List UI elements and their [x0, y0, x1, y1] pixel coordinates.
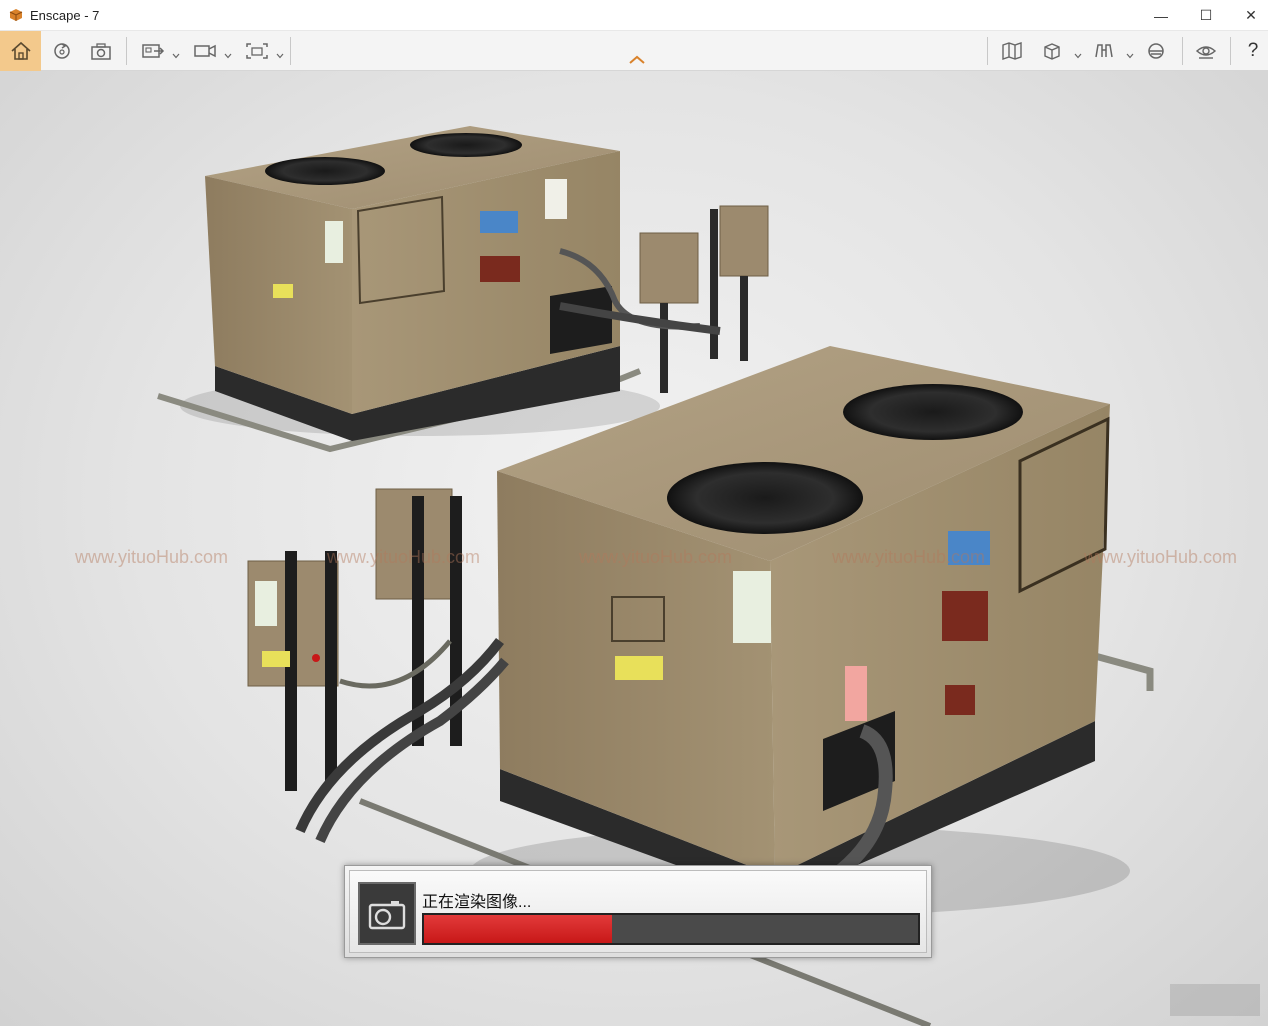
- chevron-down-icon[interactable]: [1126, 53, 1134, 59]
- minimize-icon: —: [1154, 7, 1168, 24]
- watermark-text: www.yituoHub.com: [75, 547, 229, 567]
- chevron-down-icon[interactable]: [224, 53, 232, 59]
- toolbar-separator: [126, 37, 127, 65]
- vr-headset-icon: [1148, 43, 1164, 59]
- screenshot-button[interactable]: [82, 31, 120, 71]
- render-progress-panel: 正在渲染图像...: [349, 870, 927, 953]
- toolbar-separator: [987, 37, 988, 65]
- home-icon: [10, 41, 31, 60]
- map-button[interactable]: [994, 31, 1030, 71]
- export-image-icon: [142, 44, 165, 58]
- export-image-button[interactable]: [134, 31, 172, 71]
- rooftop-unit-back: [205, 126, 620, 441]
- vr-headset-button[interactable]: [1138, 31, 1174, 71]
- batch-render-button[interactable]: [238, 31, 276, 71]
- maximize-icon: ☐: [1199, 7, 1213, 23]
- binoculars-icon: [1095, 44, 1113, 58]
- close-icon: ✕: [1245, 7, 1257, 23]
- render-progress-bar: [422, 913, 920, 945]
- refresh-view-button[interactable]: [44, 31, 80, 71]
- chevron-down-icon[interactable]: [1074, 53, 1082, 59]
- render-status-label: 正在渲染图像...: [422, 894, 532, 911]
- maximize-button[interactable]: ☐: [1183, 0, 1229, 31]
- watermark-text: www.yituoHub.com: [832, 547, 986, 567]
- watermark-text: www.yituoHub.com: [327, 547, 481, 567]
- toolbar-separator: [1182, 37, 1183, 65]
- video-editor-button[interactable]: [186, 31, 224, 71]
- title-bar: Enscape - 7 — ☐ ✕: [0, 0, 1268, 31]
- toolbar-separator: [290, 37, 291, 65]
- window-title: Enscape - 7: [30, 8, 100, 23]
- close-button[interactable]: ✕: [1228, 0, 1268, 31]
- chevron-up-icon[interactable]: [628, 55, 646, 65]
- help-button[interactable]: ?: [1238, 31, 1268, 71]
- render-progress-fill: [424, 915, 612, 943]
- visibility-button[interactable]: [1188, 31, 1224, 71]
- home-button[interactable]: [0, 31, 41, 71]
- chevron-down-icon[interactable]: [276, 53, 284, 59]
- cube-view-icon: [1044, 43, 1060, 60]
- eye-visibility-icon: [1195, 46, 1217, 59]
- disconnect-boxes-front: [247, 488, 509, 843]
- toolbar-separator: [1230, 37, 1231, 65]
- enscape-logo-icon: [9, 9, 23, 21]
- watermark-text: www.yituoHub.com: [1084, 547, 1238, 567]
- main-toolbar: ?: [0, 31, 1268, 71]
- minimize-button[interactable]: —: [1138, 0, 1184, 31]
- camera-icon: [368, 900, 406, 929]
- render-progress-dialog: 正在渲染图像...: [344, 865, 932, 958]
- map-icon: [1002, 42, 1022, 60]
- batch-render-icon: [246, 43, 268, 59]
- screenshot-capture-icon: [91, 43, 111, 60]
- chevron-down-icon[interactable]: [172, 53, 180, 59]
- video-editor-icon: [194, 44, 216, 58]
- yituo-logo-mark: [1170, 984, 1260, 1016]
- refresh-view-icon: [54, 43, 70, 59]
- camera-button[interactable]: [358, 882, 416, 945]
- cube-view-button[interactable]: [1034, 31, 1070, 71]
- binoculars-button[interactable]: [1086, 31, 1122, 71]
- watermark-text: www.yituoHub.com: [579, 547, 733, 567]
